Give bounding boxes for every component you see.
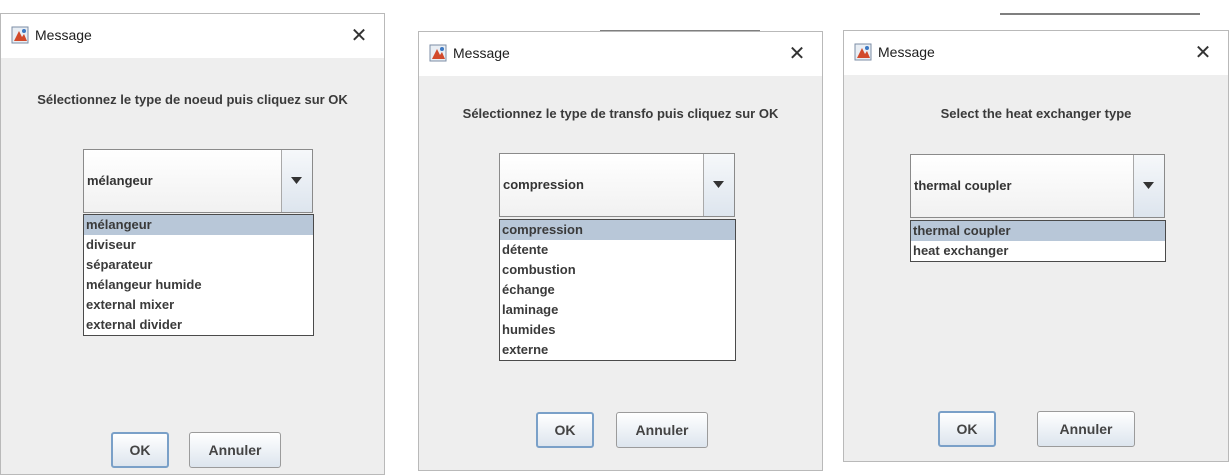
java-app-icon [854, 43, 872, 61]
list-item[interactable]: échange [500, 280, 735, 300]
cancel-button[interactable]: Annuler [616, 412, 708, 448]
dropdown-list: compression détente combustion échange l… [499, 219, 736, 361]
list-item[interactable]: combustion [500, 260, 735, 280]
heat-exchanger-type-combobox[interactable]: thermal coupler [910, 154, 1165, 218]
title-bar[interactable]: Message ✕ [419, 32, 822, 76]
chevron-down-icon [713, 181, 724, 188]
node-type-combobox[interactable]: mélangeur [83, 149, 313, 213]
list-item[interactable]: laminage [500, 300, 735, 320]
dialog-title: Message [878, 44, 935, 60]
prompt-label: Sélectionnez le type de noeud puis cliqu… [37, 92, 348, 107]
list-item-selected[interactable]: thermal coupler [911, 221, 1165, 241]
list-item[interactable]: external mixer [84, 295, 313, 315]
transfo-type-combobox[interactable]: compression [499, 153, 735, 217]
message-dialog-heat-exchanger-type: Message ✕ Select the heat exchanger type… [843, 30, 1229, 462]
dialog-title: Message [35, 27, 92, 43]
close-icon[interactable]: ✕ [782, 37, 812, 71]
java-app-icon [429, 44, 447, 62]
list-item[interactable]: détente [500, 240, 735, 260]
list-item[interactable]: mélangeur humide [84, 275, 313, 295]
dropdown-arrow-button[interactable] [703, 154, 734, 216]
list-item-selected[interactable]: compression [500, 220, 735, 240]
dropdown-arrow-button[interactable] [1133, 155, 1164, 217]
close-icon[interactable]: ✕ [1188, 36, 1218, 70]
dropdown-list: thermal coupler heat exchanger [910, 220, 1166, 262]
list-item[interactable]: humides [500, 320, 735, 340]
dialog-title: Message [453, 45, 510, 61]
list-item[interactable]: external divider [84, 315, 313, 335]
list-item[interactable]: diviseur [84, 235, 313, 255]
cancel-button[interactable]: Annuler [189, 432, 281, 468]
list-item-selected[interactable]: mélangeur [84, 215, 313, 235]
list-item[interactable]: heat exchanger [911, 241, 1165, 261]
list-item[interactable]: externe [500, 340, 735, 360]
ok-button[interactable]: OK [938, 411, 996, 447]
java-app-icon [11, 26, 29, 44]
list-item[interactable]: séparateur [84, 255, 313, 275]
prompt-label: Select the heat exchanger type [940, 106, 1132, 121]
title-bar[interactable]: Message ✕ [1, 14, 384, 58]
title-bar[interactable]: Message ✕ [844, 31, 1228, 75]
prompt-label: Sélectionnez le type de transfo puis cli… [462, 106, 779, 121]
ok-button[interactable]: OK [111, 432, 169, 468]
chevron-down-icon [291, 177, 302, 184]
cancel-button[interactable]: Annuler [1037, 411, 1135, 447]
chevron-down-icon [1143, 182, 1154, 189]
message-dialog-node-type: Message ✕ Sélectionnez le type de noeud … [0, 13, 385, 475]
combo-selected-value: compression [503, 177, 584, 192]
message-dialog-transfo-type: Message ✕ Sélectionnez le type de transf… [418, 31, 823, 471]
dropdown-arrow-button[interactable] [281, 150, 312, 212]
close-icon[interactable]: ✕ [344, 19, 374, 53]
dropdown-list: mélangeur diviseur séparateur mélangeur … [83, 214, 314, 336]
combo-selected-value: thermal coupler [914, 178, 1012, 193]
top-divider-line [1000, 13, 1200, 15]
ok-button[interactable]: OK [536, 412, 594, 448]
combo-selected-value: mélangeur [87, 173, 153, 188]
